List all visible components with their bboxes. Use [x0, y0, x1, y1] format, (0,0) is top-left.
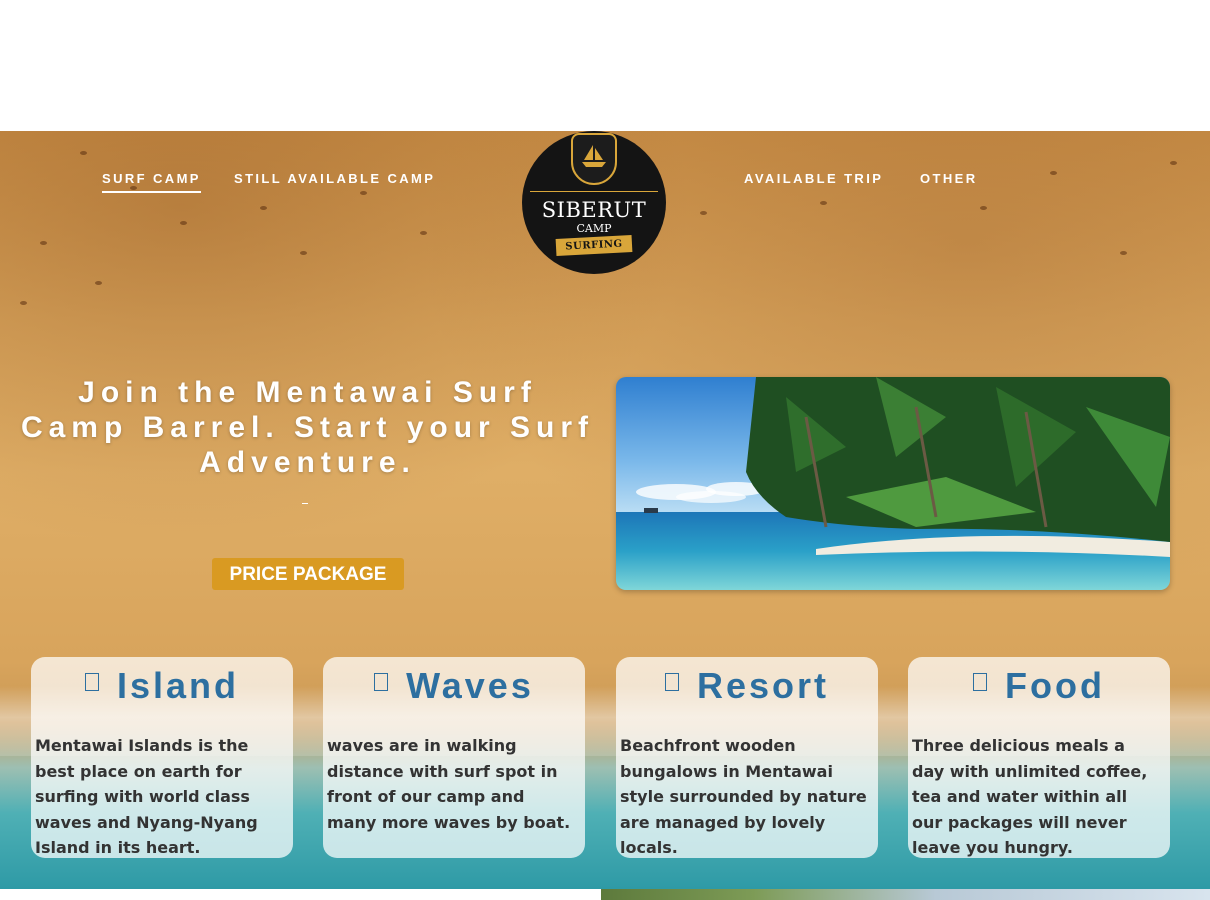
- feature-title: Resort: [696, 665, 830, 706]
- nav-still-available-camp[interactable]: STILL AVAILABLE CAMP: [234, 171, 435, 186]
- top-whitespace: [0, 0, 1210, 131]
- feature-title: Waves: [406, 665, 534, 706]
- feature-card-island: Island Mentawai Islands is the best plac…: [31, 657, 293, 858]
- sailboat-shield-icon: [571, 133, 617, 185]
- resort-icon: [664, 673, 679, 691]
- feature-title: Food: [1005, 665, 1105, 706]
- hero-headline: Join the Mentawai Surf Camp Barrel. Star…: [20, 376, 595, 479]
- feature-text: Mentawai Islands is the best place on ea…: [35, 736, 258, 857]
- island-icon: [84, 673, 99, 691]
- logo-ribbon: SURFING: [555, 235, 633, 256]
- nav-other[interactable]: OTHER: [920, 171, 978, 186]
- logo-title: SIBERUT: [541, 198, 647, 222]
- wave-icon: [374, 673, 389, 691]
- headline-divider: [302, 503, 308, 504]
- price-package-button[interactable]: PRICE PACKAGE: [212, 558, 404, 590]
- feature-text: Three delicious meals a day with unlimit…: [912, 736, 1148, 857]
- feature-card-resort: Resort Beachfront wooden bungalows in Me…: [616, 657, 878, 858]
- next-section-left: [0, 889, 601, 900]
- logo-subtitle: CAMP: [576, 222, 612, 235]
- feature-text: Beachfront wooden bungalows in Mentawai …: [620, 736, 867, 857]
- site-logo[interactable]: SIBERUT CAMP SURFING: [522, 131, 666, 274]
- nav-surf-camp[interactable]: SURF CAMP: [102, 171, 201, 193]
- feature-title: Island: [116, 665, 240, 706]
- logo-divider: [530, 191, 658, 192]
- feature-text: waves are in walking distance with surf …: [327, 736, 571, 832]
- nav-available-trip[interactable]: AVAILABLE TRIP: [744, 171, 883, 186]
- beach-photo: [616, 377, 1170, 590]
- food-icon: [973, 673, 988, 691]
- hero-section: SURF CAMP STILL AVAILABLE CAMP AVAILABLE…: [0, 131, 1210, 889]
- feature-card-waves: Waves waves are in walking distance with…: [323, 657, 585, 858]
- feature-card-food: Food Three delicious meals a day with un…: [908, 657, 1170, 858]
- page: SURF CAMP STILL AVAILABLE CAMP AVAILABLE…: [0, 0, 1210, 900]
- next-section-photo: [601, 889, 1210, 900]
